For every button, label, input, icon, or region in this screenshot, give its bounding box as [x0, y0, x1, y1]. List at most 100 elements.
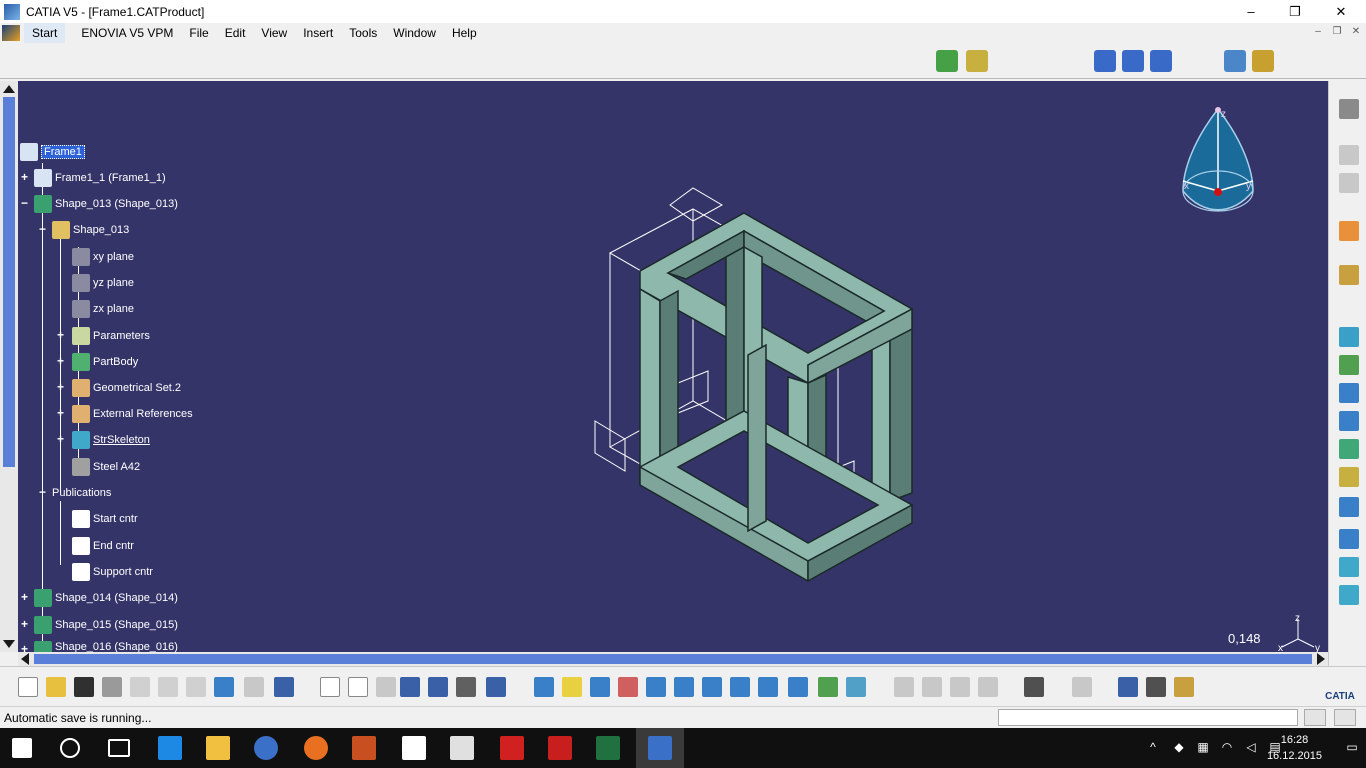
tray-chevron-icon[interactable]: ^: [1146, 740, 1160, 756]
tray-wifi-icon[interactable]: ◠: [1220, 740, 1234, 756]
tree-node-shape-016[interactable]: Shape_016 (Shape_016): [34, 641, 178, 652]
command-input[interactable]: [998, 709, 1298, 726]
split-tool-icon[interactable]: [1339, 529, 1359, 549]
tree-node-shape-015[interactable]: Shape_015 (Shape_015): [34, 616, 178, 634]
fly-mode-icon[interactable]: [534, 677, 554, 697]
scroll-left-arrow-icon[interactable]: [21, 653, 29, 665]
expand-icon[interactable]: +: [19, 618, 30, 631]
rotate-icon[interactable]: [618, 677, 638, 697]
menu-insert[interactable]: Insert: [295, 23, 341, 43]
tray-network-icon[interactable]: ▦: [1196, 740, 1210, 756]
tree-node-strskeleton[interactable]: StrSkeleton: [72, 431, 150, 449]
lock-icon[interactable]: [456, 677, 476, 697]
constraints-icon[interactable]: [966, 50, 988, 72]
tree-node-material[interactable]: Steel A42: [72, 458, 140, 476]
notification-icon[interactable]: ▭: [1346, 740, 1358, 756]
doc-minimize-button[interactable]: –: [1310, 26, 1326, 40]
menu-start[interactable]: Start: [24, 23, 66, 43]
latex-icon[interactable]: [450, 736, 474, 760]
minimize-button[interactable]: –: [1228, 0, 1274, 23]
hide-show-icon[interactable]: [818, 677, 838, 697]
expand-icon[interactable]: +: [19, 643, 30, 652]
acrobat-icon[interactable]: [548, 736, 572, 760]
expand-icon[interactable]: +: [19, 171, 30, 184]
multi-view-icon[interactable]: [730, 677, 750, 697]
gear-select-icon[interactable]: [1339, 265, 1359, 285]
command-button-1[interactable]: [1304, 709, 1326, 726]
disabled-tool-1-icon[interactable]: [894, 677, 914, 697]
tree-node-parameters[interactable]: Parameters: [72, 327, 150, 345]
paste-icon[interactable]: [186, 677, 206, 697]
tree-node-support-cntr[interactable]: Support cntr: [72, 563, 153, 581]
expand-icon[interactable]: +: [55, 381, 66, 394]
open-folder-icon[interactable]: [46, 677, 66, 697]
tree-node-end-cntr[interactable]: End cntr: [72, 537, 134, 555]
menu-enovia[interactable]: ENOVIA V5 VPM: [73, 23, 181, 43]
horizontal-scroll-thumb[interactable]: [34, 654, 1312, 664]
weight-icon[interactable]: [1174, 677, 1194, 697]
menu-file[interactable]: File: [181, 23, 216, 43]
tree-node-zx-plane[interactable]: zx plane: [72, 300, 134, 318]
formula-icon[interactable]: [320, 677, 340, 697]
document-icon[interactable]: [2, 25, 20, 41]
vertical-scrollbar[interactable]: [0, 81, 18, 652]
spreadsheet-icon[interactable]: [596, 736, 620, 760]
product-structure-icon[interactable]: [936, 50, 958, 72]
beam-tool-icon[interactable]: [1339, 383, 1359, 403]
comment-icon[interactable]: [348, 677, 368, 697]
camera-icon[interactable]: [1024, 677, 1044, 697]
catia-taskbar-icon[interactable]: [648, 736, 672, 760]
copy-icon[interactable]: [158, 677, 178, 697]
solidworks-icon[interactable]: [500, 736, 524, 760]
horizontal-scrollbar[interactable]: [18, 652, 1328, 666]
firefox-icon[interactable]: [304, 736, 328, 760]
taskbar-clock[interactable]: 16:28 16.12.2015: [1267, 732, 1322, 764]
tree-node-yz-plane[interactable]: yz plane: [72, 274, 134, 292]
fit-all-icon[interactable]: [562, 677, 582, 697]
task-view-icon[interactable]: [108, 739, 130, 757]
expand-icon[interactable]: +: [55, 433, 66, 446]
help-icon[interactable]: [274, 677, 294, 697]
undo-icon[interactable]: [214, 677, 234, 697]
tree-node-start-cntr[interactable]: Start cntr: [72, 510, 138, 528]
tray-dropbox-icon[interactable]: ◆: [1172, 740, 1186, 756]
edge-browser-icon[interactable]: [158, 736, 182, 760]
collapse-icon[interactable]: −: [37, 223, 48, 236]
tree-node-partbody[interactable]: PartBody: [72, 353, 138, 371]
tree-node-publications[interactable]: Publications: [52, 484, 111, 502]
tree-node-shape-013-instance[interactable]: Shape_013 (Shape_013): [34, 195, 178, 213]
surface-tool-icon[interactable]: [1339, 557, 1359, 577]
extend-tool-icon[interactable]: [1339, 585, 1359, 605]
swap-space-icon[interactable]: [846, 677, 866, 697]
pan-icon[interactable]: [590, 677, 610, 697]
measure-icon[interactable]: [1118, 677, 1138, 697]
stiffener-tool-icon[interactable]: [1339, 411, 1359, 431]
update-icon[interactable]: [1072, 677, 1092, 697]
scroll-up-arrow-icon[interactable]: [3, 85, 15, 93]
file-explorer-icon[interactable]: [206, 736, 230, 760]
member-tool-icon[interactable]: [1339, 355, 1359, 375]
scroll-down-arrow-icon[interactable]: [3, 640, 15, 648]
tree-node-shape-014[interactable]: Shape_014 (Shape_014): [34, 589, 178, 607]
plate-icon[interactable]: [1252, 50, 1274, 72]
matlab-icon[interactable]: [352, 736, 376, 760]
document-app-icon[interactable]: [402, 736, 426, 760]
table-icon[interactable]: [400, 677, 420, 697]
maximize-button[interactable]: ❐: [1272, 0, 1318, 23]
network-app-icon[interactable]: [254, 736, 278, 760]
collapse-icon[interactable]: −: [19, 197, 30, 210]
zoom-in-icon[interactable]: [646, 677, 666, 697]
link-icon[interactable]: [376, 677, 396, 697]
new-document-icon[interactable]: [18, 677, 38, 697]
select-arrow-icon[interactable]: [1339, 221, 1359, 241]
command-button-2[interactable]: [1334, 709, 1356, 726]
gear-assembly-icon[interactable]: [1094, 50, 1116, 72]
expand-icon[interactable]: +: [55, 355, 66, 368]
normal-view-icon[interactable]: [702, 677, 722, 697]
menu-window[interactable]: Window: [385, 23, 444, 43]
vertical-scroll-thumb[interactable]: [3, 97, 15, 467]
gear-assembly-3-icon[interactable]: [1150, 50, 1172, 72]
disabled-tool-4-icon[interactable]: [978, 677, 998, 697]
tree-root[interactable]: Frame1: [20, 143, 85, 161]
catalog-icon[interactable]: [1339, 145, 1359, 165]
